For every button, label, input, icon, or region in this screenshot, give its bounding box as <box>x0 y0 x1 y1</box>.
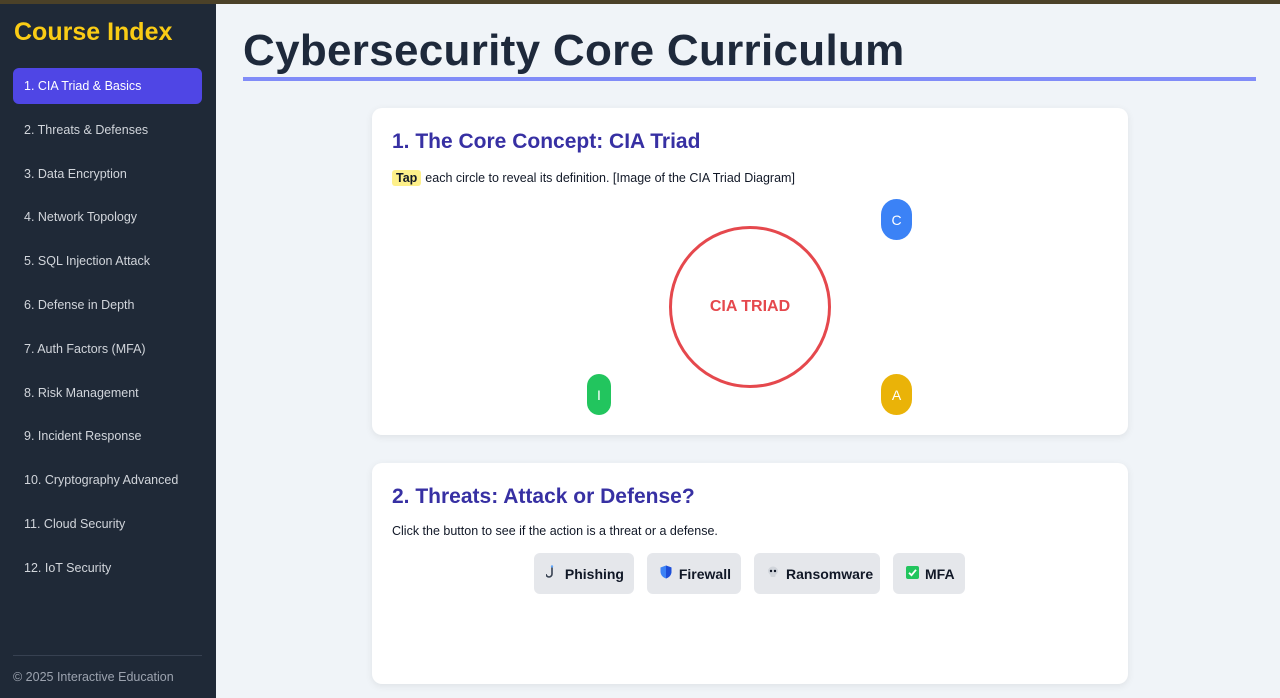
sidebar-item-defense-in-depth[interactable]: 6. Defense in Depth <box>13 287 202 323</box>
sidebar-item-incident-response[interactable]: 9. Incident Response <box>13 418 202 454</box>
cia-triad-heading: 1. The Core Concept: CIA Triad <box>392 130 701 153</box>
mfa-button[interactable]: MFA <box>893 553 965 594</box>
sidebar-nav: 1. CIA Triad & Basics 2. Threats & Defen… <box>13 68 202 594</box>
availability-letter: A <box>891 386 902 403</box>
confidentiality-letter: C <box>891 211 902 228</box>
confidentiality-circle[interactable]: C <box>881 199 912 240</box>
title-underline <box>243 77 1256 81</box>
cia-triad-label: CIA TRIAD <box>709 298 791 315</box>
ransomware-button[interactable]: Ransomware <box>754 553 880 594</box>
sidebar-title: Course Index <box>14 18 173 46</box>
cia-triad-card: 1. The Core Concept: CIA Triad Tap each c… <box>372 108 1128 435</box>
mfa-label: MFA <box>925 565 955 582</box>
cia-triad-circle: CIA TRIAD <box>669 226 831 388</box>
firewall-button[interactable]: Firewall <box>647 553 741 594</box>
shield-icon <box>659 565 673 582</box>
firewall-label: Firewall <box>678 565 731 582</box>
ransomware-label: Ransomware <box>786 565 874 582</box>
threats-heading: 2. Threats: Attack or Defense? <box>392 485 695 508</box>
threats-card: 2. Threats: Attack or Defense? Click the… <box>372 463 1128 684</box>
integrity-letter: I <box>597 386 601 403</box>
check-mark-icon <box>905 565 919 582</box>
sidebar-item-cryptography-advanced[interactable]: 10. Cryptography Advanced <box>13 462 202 498</box>
tap-badge: Tap <box>392 170 422 186</box>
page-title: Cybersecurity Core Curriculum <box>243 26 905 75</box>
sidebar-item-risk-management[interactable]: 8. Risk Management <box>13 375 202 411</box>
cia-instruction: Tap each circle to reveal its definition.… <box>392 170 795 186</box>
threats-instruction: Click the button to see if the action is… <box>392 524 718 538</box>
sidebar-divider <box>13 655 202 656</box>
fishing-hook-icon <box>545 565 559 582</box>
sidebar-footer: © 2025 Interactive Education <box>13 670 174 684</box>
sidebar-item-iot-security[interactable]: 12. IoT Security <box>13 550 202 586</box>
cia-instruction-text: each circle to reveal its definition. [I… <box>425 171 795 185</box>
phishing-button[interactable]: Phishing <box>534 553 634 594</box>
sidebar-item-data-encryption[interactable]: 3. Data Encryption <box>13 156 202 192</box>
sidebar-item-cloud-security[interactable]: 11. Cloud Security <box>13 506 202 542</box>
sidebar-item-auth-factors[interactable]: 7. Auth Factors (MFA) <box>13 331 202 367</box>
sidebar-item-cia-triad[interactable]: 1. CIA Triad & Basics <box>13 68 202 104</box>
sidebar-item-network-topology[interactable]: 4. Network Topology <box>13 199 202 235</box>
phishing-label: Phishing <box>564 565 624 582</box>
availability-circle[interactable]: A <box>881 374 912 415</box>
sidebar-item-threats-defenses[interactable]: 2. Threats & Defenses <box>13 112 202 148</box>
skull-icon <box>766 565 780 582</box>
integrity-circle[interactable]: I <box>587 374 611 415</box>
sidebar: Course Index 1. CIA Triad & Basics 2. Th… <box>0 4 216 698</box>
sidebar-item-sql-injection[interactable]: 5. SQL Injection Attack <box>13 243 202 279</box>
